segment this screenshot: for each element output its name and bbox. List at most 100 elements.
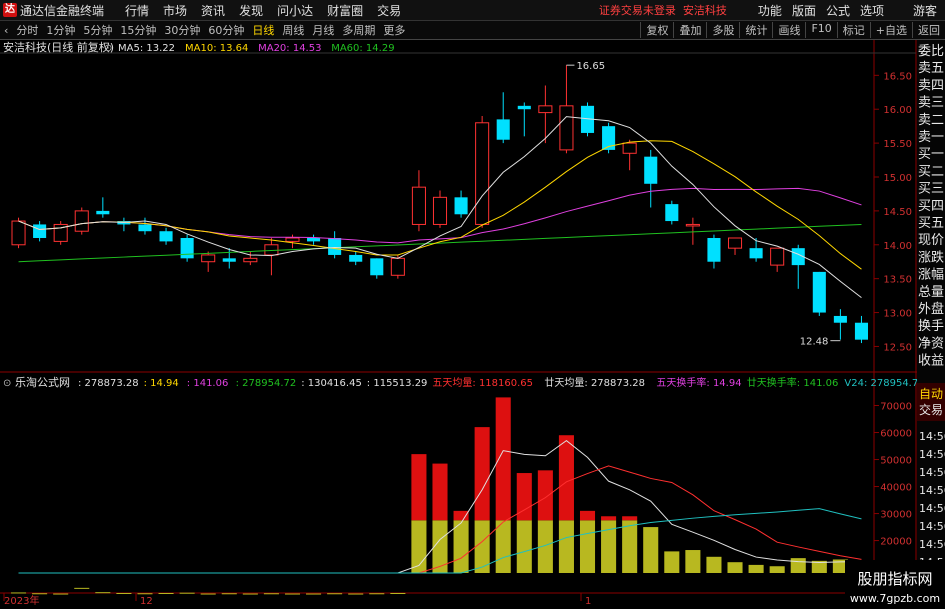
price-tick-label-7: 13.00: [883, 309, 912, 320]
candle-body-21: [454, 197, 468, 215]
menu-item-formula[interactable]: 公式: [826, 2, 850, 19]
volume-base-bar-24: [516, 520, 532, 573]
candle-body-0: [11, 220, 26, 246]
candle-body-20: [432, 196, 448, 225]
sub-value-4: : 130416.45: [301, 378, 362, 389]
volume-base-bar-4: [95, 592, 111, 594]
volume-base-bar-30: [643, 527, 659, 573]
candle-body-39: [833, 315, 847, 323]
low-price-label: 12.48: [800, 337, 829, 348]
time-label-0: 2023年: [4, 594, 39, 607]
candle-body-22: [475, 122, 490, 225]
sub-value-1: : 14.94: [144, 378, 179, 389]
sub-value-3: : 278954.72: [236, 378, 297, 389]
menu-item-trade[interactable]: 交易: [377, 2, 401, 19]
volume-base-bar-15: [327, 593, 343, 595]
volume-base-bar-5: [116, 592, 132, 594]
candle-body-25: [538, 105, 553, 114]
adjust-button[interactable]: 复权: [640, 22, 673, 38]
side-time-5: 14:56: [919, 520, 945, 533]
kline-chart-svg[interactable]: 安洁科技(日线 前复权)⊙ MA5: 13.22 MA10: 13.64 MA20: …: [0, 40, 945, 609]
period-tab-multi[interactable]: 多周期: [342, 22, 375, 38]
price-tick-label-0: 16.50: [883, 71, 912, 82]
high-price-label: 16.65: [576, 61, 605, 72]
price-tick-label-2: 15.50: [883, 139, 912, 150]
volume-base-bar-2: [53, 593, 69, 595]
period-tab-1min[interactable]: 1分钟: [46, 22, 75, 38]
indicator-settings-icon: ⊙: [104, 43, 112, 54]
menu-item-quotes[interactable]: 行情: [125, 2, 149, 19]
watermark-title: 股朋指标网: [857, 570, 932, 588]
menu-item-options[interactable]: 选项: [860, 2, 884, 19]
add-watchlist-button[interactable]: +自选: [869, 22, 912, 38]
volume-base-bar-0: [11, 592, 27, 594]
trade-status-notice[interactable]: 证券交易未登录 安洁科技: [599, 2, 727, 18]
nav-arrow-icon[interactable]: ‹: [4, 24, 8, 37]
candle-body-26: [559, 105, 574, 151]
side-label-15: 外盘: [918, 301, 944, 317]
period-tab-30min[interactable]: 30分钟: [164, 22, 200, 38]
sub-value-9: 廿天换手率: 141.06: [747, 376, 839, 389]
menu-item-ask[interactable]: 问小达: [277, 2, 313, 19]
candle-body-31: [665, 204, 679, 222]
app-logo-icon: 达: [3, 3, 17, 17]
candle-body-18: [390, 257, 405, 276]
draw-line-button[interactable]: 画线: [772, 22, 805, 38]
main-chart-title: 安洁科技(日线 前复权): [3, 40, 114, 54]
period-tab-15min[interactable]: 15分钟: [120, 22, 156, 38]
candle-body-34: [727, 237, 743, 249]
side-label-18: 收益: [918, 354, 944, 369]
side-time-0: 14:56: [919, 430, 945, 443]
chart-background: [0, 40, 945, 609]
price-tick-label-5: 14.00: [883, 241, 912, 252]
sub-value-7: 廿天均量: 278873.28: [544, 377, 645, 389]
candle-body-16: [349, 254, 363, 262]
period-tab-monthly[interactable]: 月线: [312, 22, 334, 38]
period-tab-intraday[interactable]: 分时: [16, 22, 38, 38]
candle-body-3: [74, 210, 89, 232]
menu-item-function[interactable]: 功能: [758, 2, 782, 19]
volume-base-bar-18: [390, 592, 406, 594]
menu-item-wealth[interactable]: 财富圈: [327, 2, 363, 19]
volume-base-bar-16: [348, 593, 364, 595]
app-title: 通达信金融终端: [20, 3, 105, 18]
chart-area[interactable]: 安洁科技(日线 前复权) ⊙ MA5: 13.22 MA10: 13.64 MA20: …: [0, 40, 945, 609]
multi-stock-button[interactable]: 多股: [706, 22, 739, 38]
candle-body-13: [285, 237, 300, 242]
menu-item-layout[interactable]: 版面: [792, 2, 816, 19]
candle-body-23: [496, 119, 510, 140]
menu-item-news[interactable]: 资讯: [201, 2, 225, 19]
volume-base-bar-27: [579, 520, 596, 573]
vol-tick-label-5: 20000: [880, 537, 912, 548]
guest-login[interactable]: 游客: [913, 2, 937, 19]
side-bottom-label-0: 自动: [919, 387, 943, 401]
menu-item-discover[interactable]: 发现: [239, 2, 263, 19]
period-tab-more[interactable]: 更多: [383, 22, 405, 38]
side-label-8: 买三: [918, 182, 944, 197]
candle-body-40: [854, 322, 868, 340]
period-tab-60min[interactable]: 60分钟: [208, 22, 244, 38]
volume-base-bar-11: [242, 593, 258, 595]
candle-body-11: [243, 257, 258, 263]
statistics-button[interactable]: 统计: [739, 22, 772, 38]
side-label-9: 买四: [918, 199, 944, 214]
volume-top-bar-21: [453, 510, 469, 521]
back-button[interactable]: 返回: [912, 22, 945, 38]
mark-button[interactable]: 标记: [836, 22, 870, 38]
candle-body-1: [33, 224, 47, 238]
volume-base-bar-23: [495, 520, 511, 573]
period-tab-daily[interactable]: 日线: [252, 22, 274, 38]
side-time-4: 14:56: [919, 502, 945, 515]
side-time-1: 14:56: [919, 448, 945, 461]
period-tab-5min[interactable]: 5分钟: [83, 22, 112, 38]
ma-label-1: MA10: 13.64: [185, 43, 248, 54]
side-label-0: 委比: [918, 44, 944, 59]
menu-item-market[interactable]: 市场: [163, 2, 187, 19]
volume-base-bar-12: [263, 593, 279, 595]
f10-button[interactable]: F10: [805, 22, 836, 38]
side-time-2: 14:56: [919, 466, 945, 479]
volume-base-bar-9: [200, 593, 216, 595]
volume-top-bar-20: [432, 463, 448, 521]
period-tab-weekly[interactable]: 周线: [282, 22, 304, 38]
overlay-button[interactable]: 叠加: [673, 22, 706, 38]
